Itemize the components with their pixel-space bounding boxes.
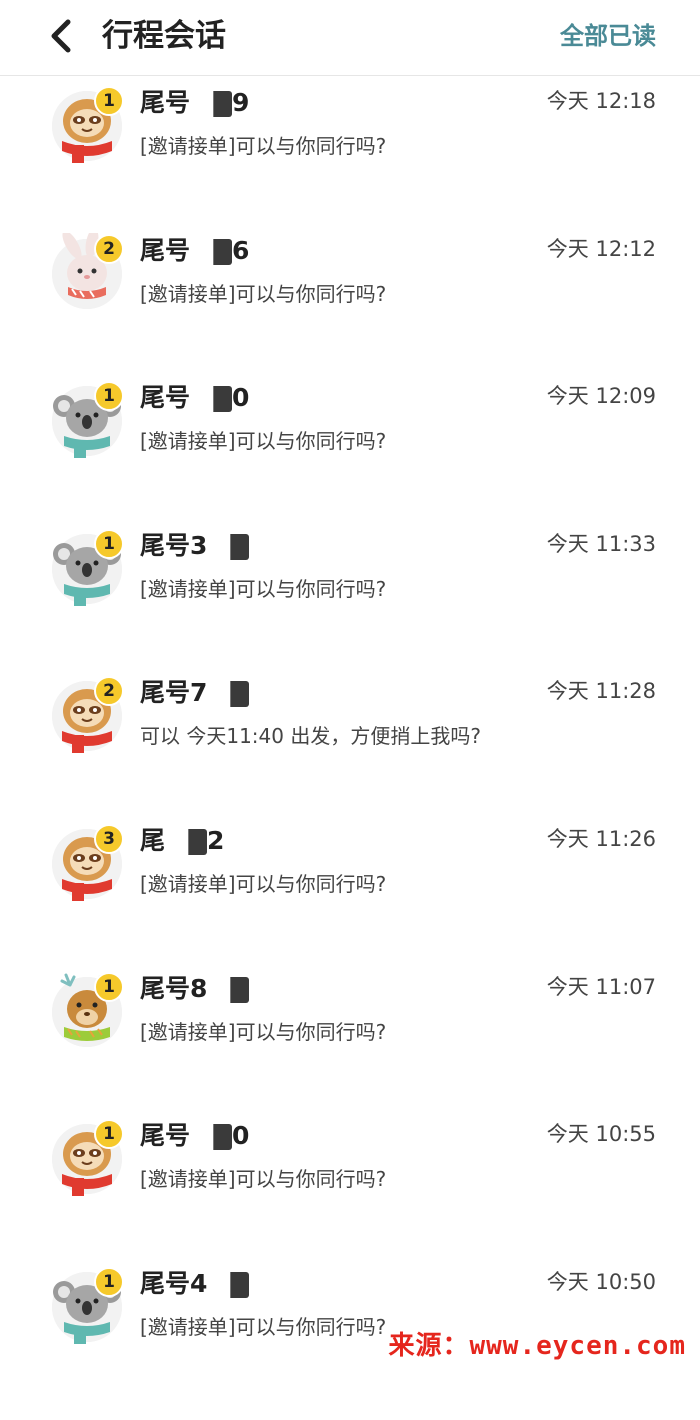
contact-name-text: 尾号7 (140, 678, 208, 708)
contact-name-suffix: 6 (232, 235, 250, 265)
unread-badge: 1 (94, 381, 124, 412)
contact-name-suffix: 2 (207, 826, 225, 855)
message-preview: [邀请接单]可以与你同行吗? (140, 576, 387, 601)
unread-badge: 1 (94, 86, 124, 116)
back-button[interactable] (44, 16, 80, 56)
contact-name: 尾号7 (140, 676, 250, 710)
redacted-gap (190, 91, 233, 117)
message-preview: [邀请接单]可以与你同行吗? (140, 1167, 387, 1192)
contact-name-suffix: 0 (232, 383, 250, 413)
unread-badge: 1 (94, 528, 124, 559)
contact-name: 尾号 0 (140, 1119, 249, 1153)
contact-name: 尾号8 (140, 972, 250, 1006)
message-time: 今天 12:18 (546, 89, 656, 113)
message-preview: [邀请接单]可以与你同行吗? (140, 872, 387, 896)
contact-name-text: 尾号 (140, 235, 191, 265)
contact-name: 尾2 (140, 824, 224, 858)
unread-badge: 2 (94, 233, 124, 264)
contact-name-text: 尾号 (140, 88, 191, 117)
conversation-item[interactable]: 1 尾号 0 今天 10:55 [邀请接单]可以与你同行吗? (0, 1119, 700, 1272)
redacted-gap (190, 386, 233, 413)
message-time: 今天 11:07 (546, 974, 656, 999)
top-bar: 行程会话 全部已读 (0, 0, 700, 76)
contact-name: 尾号4 (140, 1267, 250, 1301)
redacted-gap (165, 829, 208, 855)
contact-name: 尾号 0 (140, 381, 249, 415)
contact-name-text: 尾 (140, 826, 166, 855)
conversation-item[interactable]: 3 尾 2 今天 11:26 [邀请接单]可以与你同行吗? (0, 824, 700, 977)
contact-name-text: 尾号3 (140, 530, 208, 560)
message-time: 今天 10:50 (546, 1269, 656, 1294)
contact-name-text: 尾号8 (140, 973, 208, 1003)
message-time: 今天 10:55 (546, 1122, 656, 1147)
message-time: 今天 11:28 (546, 679, 656, 704)
redacted-gap (207, 533, 250, 560)
contact-name-text: 尾号4 (140, 1268, 208, 1298)
mark-all-read-button[interactable]: 全部已读 (560, 18, 656, 54)
contact-name-text: 尾号 (140, 383, 191, 413)
unread-badge: 1 (94, 971, 124, 1002)
redacted-gap (207, 1271, 250, 1298)
conversation-item[interactable]: 2 尾号 6 今天 12:12 [邀请接单]可以与你同行吗? (0, 232, 700, 387)
contact-name-text: 尾号 (140, 1121, 191, 1151)
contact-name-suffix: 9 (232, 88, 250, 117)
redacted-gap (190, 238, 233, 265)
unread-badge: 1 (94, 1266, 124, 1297)
redacted-gap (207, 976, 250, 1003)
message-preview: [邀请接单]可以与你同行吗? (140, 281, 387, 306)
message-time: 今天 12:12 (546, 236, 656, 261)
contact-name-suffix: 0 (232, 1121, 250, 1151)
conversation-item[interactable]: 1 尾号8 今天 11:07 [邀请接单]可以与你同行吗? (0, 971, 700, 1125)
unread-badge: 1 (94, 1119, 124, 1150)
message-preview: [邀请接单]可以与你同行吗? (140, 134, 387, 158)
redacted-gap (207, 681, 250, 708)
source-watermark: 来源：www.eycen.com (388, 1331, 686, 1361)
message-preview: [邀请接单]可以与你同行吗? (140, 1314, 387, 1339)
message-time: 今天 11:33 (546, 531, 656, 556)
conversation-item[interactable]: 2 尾号7 今天 11:28 可以 今天11:40 出发，方便捎上我吗? (0, 676, 700, 829)
redacted-gap (190, 1124, 233, 1151)
page-title: 行程会话 (102, 18, 226, 54)
chevron-left-icon (51, 19, 71, 53)
conversation-item[interactable]: 1 尾号3 今天 11:33 [邀请接单]可以与你同行吗? (0, 528, 700, 682)
unread-badge: 3 (94, 824, 124, 854)
contact-name: 尾号3 (140, 529, 250, 563)
conversation-item[interactable]: 1 尾号 0 今天 12:09 [邀请接单]可以与你同行吗? (0, 381, 700, 534)
message-time: 今天 11:26 (546, 827, 656, 851)
message-preview: [邀请接单]可以与你同行吗? (140, 1019, 387, 1044)
message-time: 今天 12:09 (546, 384, 656, 409)
contact-name: 尾号 9 (140, 86, 249, 120)
conversation-item[interactable]: 1 尾号 9 今天 12:18 [邀请接单]可以与你同行吗? (0, 86, 700, 239)
message-preview: 可以 今天11:40 出发，方便捎上我吗? (140, 724, 481, 749)
message-preview: [邀请接单]可以与你同行吗? (140, 429, 387, 454)
contact-name: 尾号 6 (140, 234, 249, 268)
